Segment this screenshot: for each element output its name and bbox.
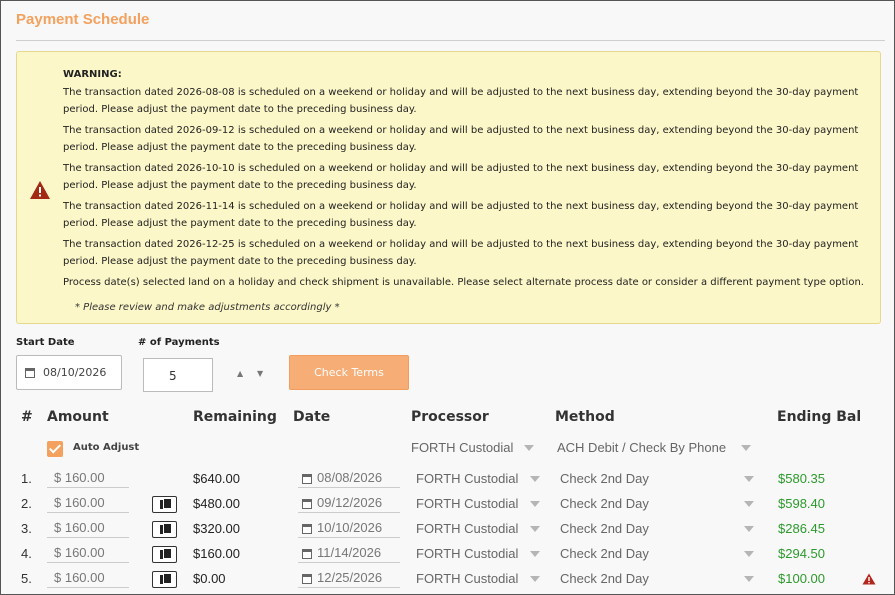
warning-heading: WARNING:	[63, 69, 122, 80]
payments-count-value: 5	[169, 369, 177, 383]
payment-date-input[interactable]: 11/14/2026	[298, 545, 400, 563]
remaining-value: $160.00	[193, 546, 240, 561]
chevron-down-icon	[530, 526, 540, 532]
method-select[interactable]: Check 2nd Day	[560, 521, 649, 536]
chevron-down-icon	[744, 501, 754, 507]
payment-date-input[interactable]: 08/08/2026	[298, 470, 400, 488]
payment-date-input[interactable]: 10/10/2026	[298, 520, 400, 538]
copy-amount-button[interactable]	[152, 496, 177, 513]
ending-balance-value: $286.45	[778, 521, 825, 536]
page-title: Payment Schedule	[16, 11, 150, 28]
row-number: 5.	[21, 571, 32, 586]
column-header-ending-balance: Ending Bal	[777, 409, 862, 425]
calendar-icon	[25, 368, 35, 378]
chevron-down-icon	[530, 476, 540, 482]
warning-text: WARNING: The transaction dated 2026-08-0…	[63, 66, 878, 294]
row-number: 2.	[21, 496, 32, 511]
remaining-value: $480.00	[193, 496, 240, 511]
row-number: 1.	[21, 471, 32, 486]
row-number: 4.	[21, 546, 32, 561]
warning-message: The transaction dated 2026-08-08 is sche…	[63, 86, 859, 116]
payment-date-value: 10/10/2026	[317, 520, 383, 535]
method-select[interactable]: Check 2nd Day	[560, 471, 649, 486]
chevron-down-icon	[744, 476, 754, 482]
payment-date-value: 11/14/2026	[317, 545, 382, 560]
ending-balance-value: $294.50	[778, 546, 825, 561]
column-header-amount: Amount	[47, 409, 109, 425]
chevron-down-icon	[744, 526, 754, 532]
method-select[interactable]: Check 2nd Day	[560, 496, 649, 511]
default-method-select[interactable]: ACH Debit / Check By Phone	[557, 440, 726, 455]
column-header-date: Date	[293, 409, 331, 425]
default-processor-select[interactable]: FORTH Custodial	[411, 440, 513, 455]
remaining-value: $320.00	[193, 521, 240, 536]
column-header-remaining: Remaining	[193, 409, 277, 425]
method-select[interactable]: Check 2nd Day	[560, 546, 649, 561]
processor-select[interactable]: FORTH Custodial	[416, 471, 518, 486]
payment-date-input[interactable]: 09/12/2026	[298, 495, 400, 513]
auto-adjust-checkbox[interactable]	[47, 441, 63, 457]
calendar-icon	[302, 574, 312, 584]
warning-message: The transaction dated 2026-11-14 is sche…	[63, 200, 859, 230]
review-note: * Please review and make adjustments acc…	[75, 302, 340, 313]
payment-date-value: 08/08/2026	[317, 470, 383, 485]
amount-input[interactable]: $ 160.00	[47, 495, 129, 513]
column-header-method: Method	[555, 409, 615, 425]
ending-balance-value: $598.40	[778, 496, 825, 511]
payment-schedule-panel: Payment Schedule WARNING: The transactio…	[0, 0, 895, 595]
warning-triangle-icon	[862, 573, 876, 585]
warning-message: The transaction dated 2026-12-25 is sche…	[63, 238, 859, 268]
payment-date-input[interactable]: 12/25/2026	[298, 570, 400, 588]
column-header-processor: Processor	[411, 409, 489, 425]
chevron-down-icon	[530, 501, 540, 507]
auto-adjust-label: Auto Adjust	[73, 442, 140, 453]
chevron-down-icon	[530, 551, 540, 557]
check-terms-button[interactable]: Check Terms	[289, 355, 409, 390]
chevron-down-icon	[524, 445, 534, 451]
payment-date-value: 09/12/2026	[317, 495, 383, 510]
warning-triangle-icon	[30, 181, 50, 199]
increment-arrow-icon[interactable]: ▲	[237, 369, 243, 378]
payments-count-label: # of Payments	[138, 337, 220, 348]
amount-input[interactable]: $ 160.00	[47, 470, 129, 488]
remaining-value: $0.00	[193, 571, 226, 586]
copy-amount-button[interactable]	[152, 571, 177, 588]
processor-select[interactable]: FORTH Custodial	[416, 496, 518, 511]
processor-select[interactable]: FORTH Custodial	[416, 546, 518, 561]
amount-input[interactable]: $ 160.00	[47, 570, 129, 588]
row-number: 3.	[21, 521, 32, 536]
copy-amount-button[interactable]	[152, 521, 177, 538]
ending-balance-value: $580.35	[778, 471, 825, 486]
remaining-value: $640.00	[193, 471, 240, 486]
chevron-down-icon	[530, 576, 540, 582]
method-select[interactable]: Check 2nd Day	[560, 571, 649, 586]
processor-select[interactable]: FORTH Custodial	[416, 521, 518, 536]
calendar-icon	[302, 549, 312, 559]
chevron-down-icon	[741, 445, 751, 451]
calendar-icon	[302, 499, 312, 509]
copy-amount-button[interactable]	[152, 546, 177, 563]
chevron-down-icon	[744, 551, 754, 557]
amount-input[interactable]: $ 160.00	[47, 520, 129, 538]
warning-message: The transaction dated 2026-10-10 is sche…	[63, 162, 859, 192]
holiday-note: Process date(s) selected land on a holid…	[63, 276, 864, 288]
payment-date-value: 12/25/2026	[317, 570, 383, 585]
amount-input[interactable]: $ 160.00	[47, 545, 129, 563]
chevron-down-icon	[744, 576, 754, 582]
start-date-value: 08/10/2026	[43, 366, 107, 379]
payments-count-input[interactable]: 5	[143, 358, 213, 392]
start-date-label: Start Date	[16, 337, 75, 348]
warning-box: WARNING: The transaction dated 2026-08-0…	[16, 51, 881, 324]
title-divider	[16, 40, 885, 41]
ending-balance-value: $100.00	[778, 571, 825, 586]
start-date-input[interactable]: 08/10/2026	[16, 355, 122, 390]
warning-message: The transaction dated 2026-09-12 is sche…	[63, 124, 859, 154]
calendar-icon	[302, 524, 312, 534]
column-header-number: #	[21, 409, 33, 425]
decrement-arrow-icon[interactable]: ▼	[257, 369, 263, 378]
calendar-icon	[302, 474, 312, 484]
processor-select[interactable]: FORTH Custodial	[416, 571, 518, 586]
